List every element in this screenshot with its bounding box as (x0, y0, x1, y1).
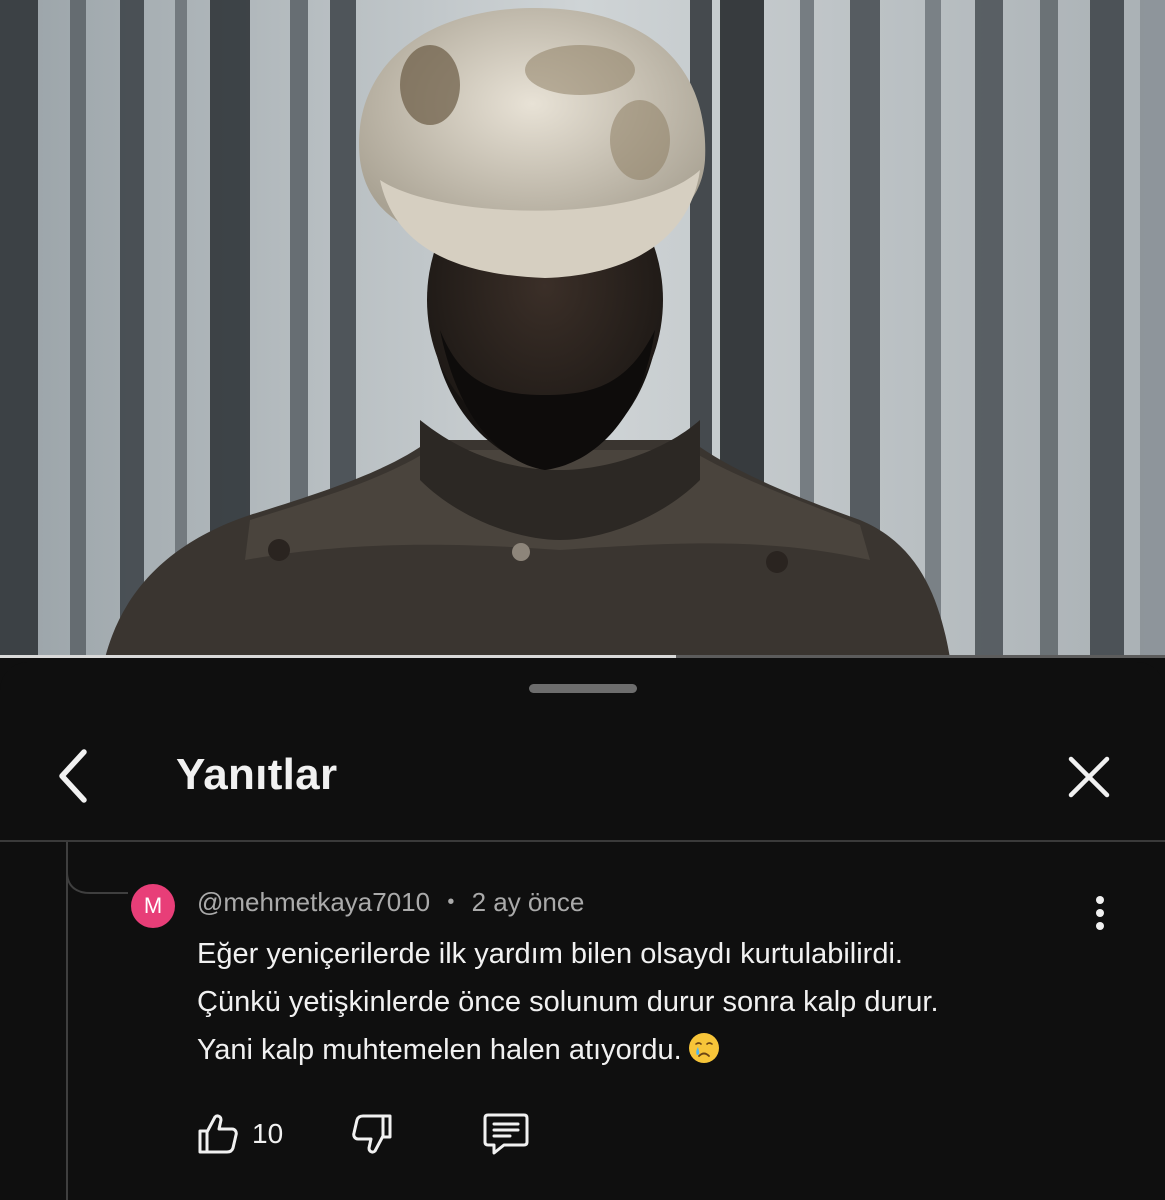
comment-actions: 10 (0, 1106, 1165, 1166)
video-frame (0, 0, 1165, 658)
comment-icon (483, 1113, 529, 1155)
close-button[interactable] (1058, 746, 1120, 808)
back-button[interactable] (44, 746, 104, 806)
more-vertical-icon-dot (1096, 909, 1104, 917)
sheet-header: Yanıtlar (0, 722, 1165, 842)
crying-face-icon (688, 1033, 719, 1063)
more-vertical-icon-dot (1096, 922, 1104, 930)
video-progress-bar[interactable] (0, 655, 1165, 658)
sheet-title: Yanıtlar (176, 750, 338, 799)
avatar-letter: M (143, 893, 163, 918)
reply-button[interactable] (482, 1106, 530, 1162)
comment-line-last: Yani kalp muhtemelen halen atıyordu. (197, 1026, 1117, 1074)
replies-sheet: Yanıtlar M @mehmetkaya7010 • 2 ay önce E… (0, 662, 1165, 1200)
comment-text: Eğer yeniçerilerde ilk yardım bilen olsa… (197, 930, 1117, 1074)
like-count: 10 (252, 1118, 284, 1149)
header-divider (0, 840, 1165, 842)
like-button[interactable]: 10 (196, 1106, 283, 1162)
meta-separator: • (447, 891, 455, 913)
comment-line: Eğer yeniçerilerde ilk yardım bilen olsa… (197, 938, 903, 970)
video-player[interactable] (0, 0, 1165, 658)
comment-line: Çünkü yetişkinlerde önce solunum durur s… (197, 986, 939, 1018)
thumbs-up-icon (198, 1114, 238, 1154)
drag-handle[interactable] (529, 684, 637, 693)
comment-time: 2 ay önce (471, 887, 585, 917)
comment-line: Yani kalp muhtemelen halen atıyordu. (197, 1034, 682, 1066)
close-icon (1068, 756, 1110, 798)
dislike-button[interactable] (350, 1106, 394, 1162)
comment-meta: @mehmetkaya7010 • 2 ay önce (197, 887, 584, 918)
chevron-left-icon (59, 749, 87, 803)
comment-author[interactable]: @mehmetkaya7010 (197, 887, 430, 917)
more-vertical-icon (1096, 896, 1104, 904)
thread-connector (66, 842, 128, 894)
avatar[interactable]: M (131, 884, 175, 928)
video-progress-fill (0, 655, 676, 658)
thumbs-down-icon (352, 1114, 392, 1154)
